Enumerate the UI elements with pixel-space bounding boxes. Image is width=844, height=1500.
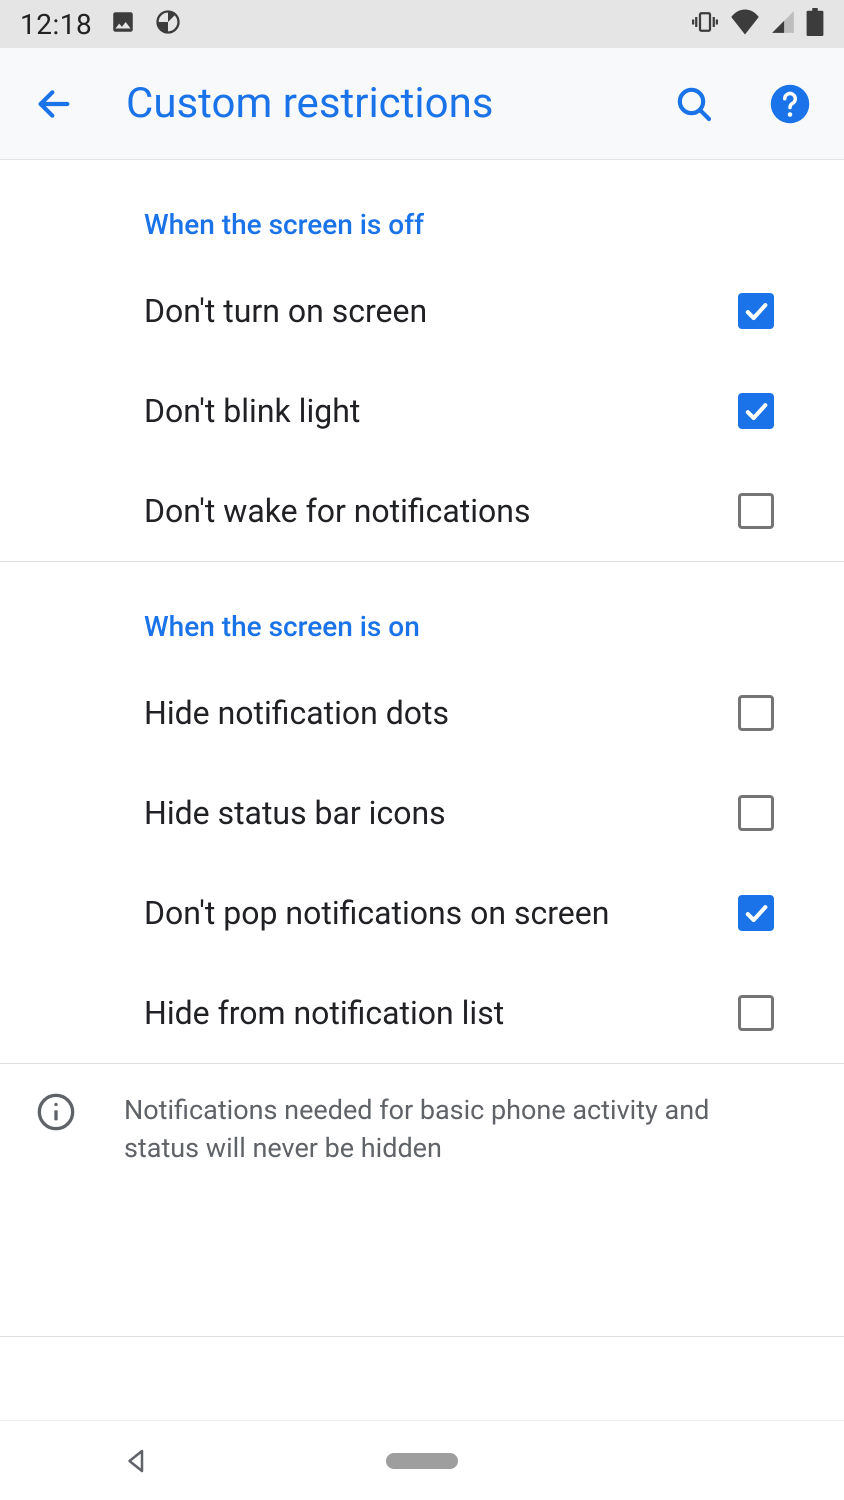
item-dont-wake-for-notifications[interactable]: Don't wake for notifications xyxy=(0,461,844,561)
info-text: Notifications needed for basic phone act… xyxy=(124,1092,774,1168)
image-icon xyxy=(110,9,136,39)
checkbox-hide-notification-dots[interactable] xyxy=(738,695,774,731)
checkbox-hide-status-bar-icons[interactable] xyxy=(738,795,774,831)
item-hide-from-notification-list[interactable]: Hide from notification list xyxy=(0,963,844,1063)
section-header-screen-on: When the screen is on xyxy=(0,562,844,663)
loading-icon xyxy=(154,8,182,40)
item-label: Don't wake for notifications xyxy=(144,492,738,530)
item-label: Hide notification dots xyxy=(144,694,738,732)
system-nav-bar xyxy=(0,1420,844,1500)
checkbox-dont-wake-for-notifications[interactable] xyxy=(738,493,774,529)
vibrate-icon xyxy=(690,7,720,41)
wifi-icon xyxy=(730,9,760,39)
divider xyxy=(0,1336,844,1337)
page-title: Custom restrictions xyxy=(126,79,622,128)
item-label: Hide status bar icons xyxy=(144,794,738,832)
item-hide-status-bar-icons[interactable]: Hide status bar icons xyxy=(0,763,844,863)
nav-home-pill[interactable] xyxy=(386,1453,458,1469)
nav-back-button[interactable] xyxy=(113,1437,161,1485)
item-label: Don't turn on screen xyxy=(144,292,738,330)
help-button[interactable] xyxy=(766,80,814,128)
app-bar: Custom restrictions xyxy=(0,48,844,160)
search-button[interactable] xyxy=(670,80,718,128)
status-left: 12:18 xyxy=(20,8,182,41)
checkbox-hide-from-notification-list[interactable] xyxy=(738,995,774,1031)
item-dont-blink-light[interactable]: Don't blink light xyxy=(0,361,844,461)
battery-icon xyxy=(806,8,824,40)
settings-list: When the screen is off Don't turn on scr… xyxy=(0,160,844,1337)
signal-icon xyxy=(770,9,796,39)
item-label: Don't blink light xyxy=(144,392,738,430)
checkbox-dont-pop-notifications[interactable] xyxy=(738,895,774,931)
search-icon xyxy=(674,84,714,124)
info-row: Notifications needed for basic phone act… xyxy=(0,1064,844,1196)
section-header-screen-off: When the screen is off xyxy=(0,160,844,261)
status-time: 12:18 xyxy=(20,8,92,41)
back-button[interactable] xyxy=(30,80,78,128)
item-label: Hide from notification list xyxy=(144,994,738,1032)
info-icon xyxy=(36,1092,76,1136)
item-hide-notification-dots[interactable]: Hide notification dots xyxy=(0,663,844,763)
triangle-back-icon xyxy=(122,1446,152,1476)
item-dont-pop-notifications[interactable]: Don't pop notifications on screen xyxy=(0,863,844,963)
checkbox-dont-turn-on-screen[interactable] xyxy=(738,293,774,329)
item-label: Don't pop notifications on screen xyxy=(144,894,738,932)
item-dont-turn-on-screen[interactable]: Don't turn on screen xyxy=(0,261,844,361)
status-right xyxy=(690,7,824,41)
checkbox-dont-blink-light[interactable] xyxy=(738,393,774,429)
arrow-left-icon xyxy=(34,84,74,124)
help-icon xyxy=(769,83,811,125)
status-bar: 12:18 xyxy=(0,0,844,48)
